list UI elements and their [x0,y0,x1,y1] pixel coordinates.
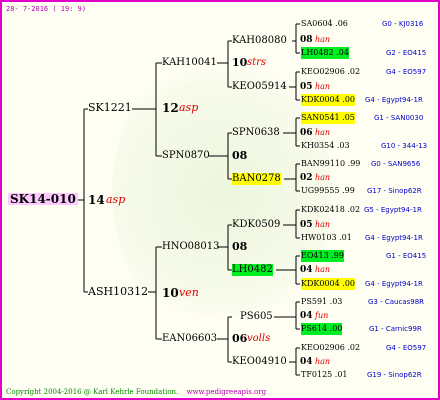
gen2-tag-0: strs [247,57,267,68]
gen3-tag-3: han [315,173,331,182]
gen2-score-2: 08 [232,240,248,253]
gen4-label-9[interactable]: HW0103 .01 [301,232,352,244]
gen4-ref-12: G3 - Caucas98R [368,298,425,306]
gen1-score-1: 10 [162,286,179,300]
gen4-ref-0: G0 - KJ0316 [382,20,424,28]
pedigree-chart: 28- 7-2016 ( 19: 9) SK14-010 14 asp SK12… [0,0,440,400]
gen4-ref-9: G4 - Egypt94-1R [365,234,423,242]
gen3-score-5: 04 [300,265,313,275]
gen3-label-7[interactable]: KEO04910 [232,356,287,368]
gen4-label-1[interactable]: LH0482 .04 [301,47,349,59]
gen1-label-1[interactable]: ASH10312 [88,286,148,298]
gen3-label-4[interactable]: KDK0509 [232,219,280,231]
gen4-ref-7: G17 - Sinop62R [367,187,422,195]
gen4-ref-8: G5 - Egypt94-1R [364,206,422,214]
gen2-label-0[interactable]: KAH10041 [162,57,217,69]
gen2-score-1: 08 [232,149,248,162]
gen4-label-13[interactable]: PS614 .00 [301,323,343,335]
gen4-label-14[interactable]: KEO02906 .02 [301,342,360,354]
gen4-ref-10: G1 - EO415 [386,252,427,260]
gen4-ref-3: G4 - Egypt94-1R [365,96,423,104]
gen2-score-0: 10 [232,56,248,69]
gen3-score-6: 04 [300,311,313,321]
gen3-label-1[interactable]: KEO05914 [232,81,287,93]
gen4-label-15[interactable]: TF0125 .01 [301,369,348,381]
gen3-label-3[interactable]: BAN0278 [232,173,281,185]
gen3-tag-0: han [315,35,331,44]
gen4-label-5[interactable]: KH0354 .03 [301,140,350,152]
gen4-ref-15: G19 - Sinop62R [367,371,422,379]
gen4-label-7[interactable]: UG99555 .99 [301,185,355,197]
gen3-tag-6: fun [315,311,329,320]
gen3-score-3: 02 [300,173,313,183]
gen4-label-11[interactable]: KDK0004 .00 [301,278,355,290]
gen3-tag-7: han [315,357,331,366]
gen2-label-1[interactable]: SPN0870 [162,150,210,162]
copyright-text: Copyright 2004-2016 @ Karl Kehrle Founda… [6,388,179,396]
gen3-label-2[interactable]: SPN0638 [232,127,280,139]
gen2-label-2[interactable]: HNO08013 [162,241,219,253]
gen2-score-3: 06 [232,332,248,345]
gen4-ref-4: G1 - SAN0030 [374,114,424,122]
gen1-score-0: 12 [162,101,179,115]
gen4-ref-13: G1 - Carnic99R [369,325,422,333]
gen4-label-3[interactable]: KDK0004 .00 [301,94,355,106]
footer: Copyright 2004-2016 @ Karl Kehrle Founda… [6,388,266,396]
gen4-ref-6: G0 - SAN9656 [371,160,421,168]
gen3-label-5[interactable]: LH0482 [232,264,273,276]
gen1-tag-1: ven [179,286,199,299]
gen3-tag-2: han [315,128,331,137]
gen3-tag-1: han [315,82,331,91]
gen4-ref-14: G4 - EO597 [386,344,427,352]
gen4-label-2[interactable]: KEO02906 .02 [301,66,360,78]
root-label[interactable]: SK14-010 [8,193,78,205]
gen3-score-7: 04 [300,357,313,367]
gen4-label-4[interactable]: SAN0541 .05 [301,112,355,124]
gen3-score-0: 08 [300,35,313,45]
gen3-score-2: 06 [300,128,313,138]
root-score: 14 [88,193,105,207]
gen1-label-0[interactable]: SK1221 [88,102,132,114]
gen1-tag-0: asp [179,101,199,114]
gen4-label-0[interactable]: SA0604 .06 [301,18,348,30]
gen4-ref-11: G4 - Egypt94-1R [365,280,423,288]
gen2-label-3[interactable]: EAN06603 [162,333,217,345]
gen4-label-6[interactable]: BAN99110 .99 [301,158,360,170]
gen3-label-0[interactable]: KAH08080 [232,35,287,47]
footer-link[interactable]: www.pedigreeapis.org [187,388,267,396]
gen3-label-6[interactable]: PS605 [240,311,273,323]
gen2-tag-3: volls [247,333,271,344]
gen3-score-4: 05 [300,220,313,230]
root-tag: asp [106,193,126,206]
gen4-ref-2: G4 - EO597 [386,68,427,76]
gen3-tag-4: han [315,220,331,229]
gen3-score-1: 05 [300,82,313,92]
gen4-ref-5: G10 - 344-13 [381,142,428,150]
gen4-label-10[interactable]: EO413 .99 [301,250,344,262]
gen4-label-8[interactable]: KDK02418 .02 [301,204,360,216]
gen4-label-12[interactable]: PS591 .03 [301,296,342,308]
gen3-tag-5: han [315,265,331,274]
gen4-ref-1: G2 - EO415 [386,49,427,57]
